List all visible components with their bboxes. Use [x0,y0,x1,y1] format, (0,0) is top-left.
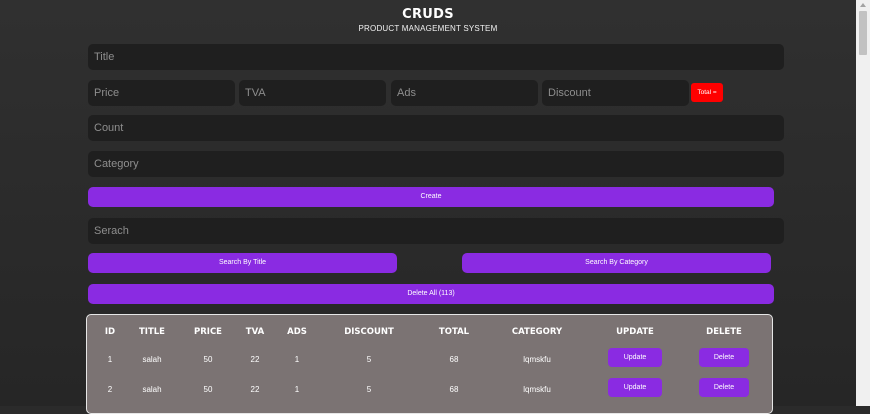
row-1-total: 68 [449,355,459,364]
row-2-total: 68 [449,385,459,394]
scroll-up-arrow-icon[interactable] [860,3,866,7]
total-badge: Total = [691,83,723,102]
header-price: PRICE [194,327,222,337]
discount-input[interactable] [542,80,689,106]
row-1-update-button[interactable]: Update [608,348,662,367]
search-by-category-button[interactable]: Search By Category [462,253,771,273]
row-1-category: lqmskfu [523,355,551,364]
count-input[interactable] [88,115,784,141]
header-tva: TVA [245,327,265,337]
search-by-title-button[interactable]: Search By Title [88,253,397,273]
category-input[interactable] [88,151,784,177]
delete-all-button[interactable]: Delete All (113) [88,284,774,304]
row-2-update-button[interactable]: Update [608,378,662,397]
row-1-id: 1 [107,355,113,364]
row-1-title: salah [142,355,162,364]
row-2-delete-button[interactable]: Delete [699,378,749,397]
title-input[interactable] [88,44,784,70]
tva-input[interactable] [239,80,386,106]
row-1-tva: 22 [250,355,260,364]
header-update: UPDATE [616,327,654,337]
row-1-ads: 1 [294,355,300,364]
row-1-discount: 5 [366,355,372,364]
row-2-title: salah [142,385,162,394]
row-2-tva: 22 [250,385,260,394]
header-id: ID [104,327,116,337]
ads-input[interactable] [391,80,538,106]
page: CRUDS PRODUCT MANAGEMENT SYSTEM Total = … [0,0,856,414]
row-1-delete-button[interactable]: Delete [699,348,749,367]
vertical-scrollbar[interactable] [856,0,870,406]
header-title: TITLE [139,327,165,337]
header-total: TOTAL [438,327,470,337]
search-input[interactable] [88,218,784,244]
row-2-ads: 1 [294,385,300,394]
row-2-price: 50 [203,385,213,394]
row-1-price: 50 [203,355,213,364]
header-delete: DELETE [706,327,742,337]
create-button[interactable]: Create [88,187,774,207]
row-2-category: lqmskfu [523,385,551,394]
products-table: ID TITLE PRICE TVA ADS DISCOUNT TOTAL CA… [86,314,773,414]
app-title: CRUDS [402,7,454,22]
header-discount: DISCOUNT [344,327,394,337]
row-2-id: 2 [107,385,113,394]
price-input[interactable] [88,80,235,106]
scroll-thumb[interactable] [859,11,867,55]
row-2-discount: 5 [366,385,372,394]
app-subtitle: PRODUCT MANAGEMENT SYSTEM [358,24,498,33]
header-ads: ADS [287,327,307,337]
header-category: CATEGORY [511,327,563,337]
